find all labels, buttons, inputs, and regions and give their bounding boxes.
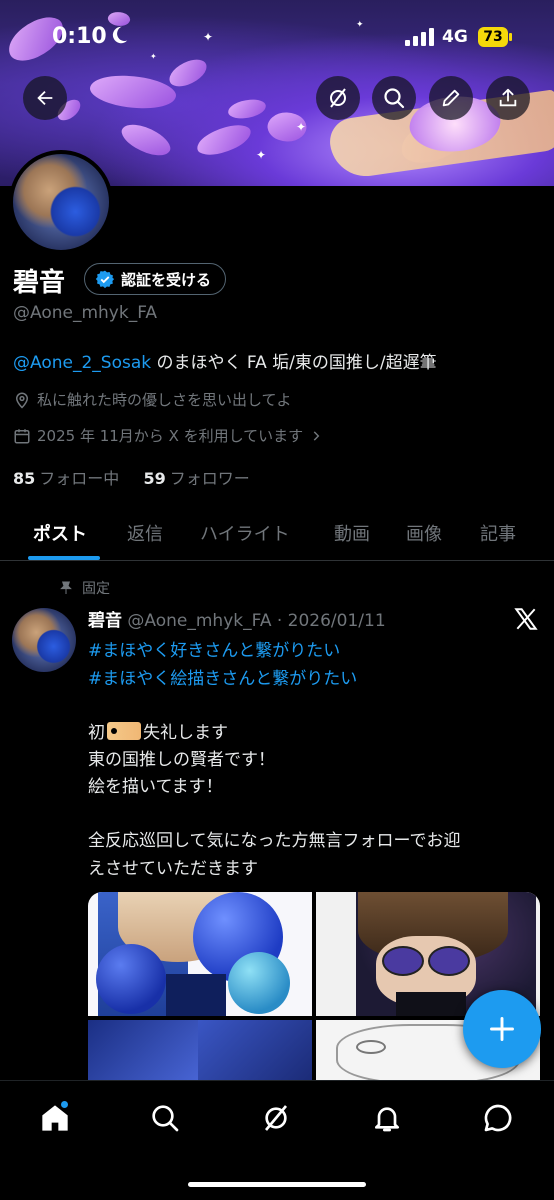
network-label: 4G [442, 27, 468, 47]
signal-icon [405, 28, 435, 50]
nav-grok[interactable] [256, 1098, 296, 1138]
bell-icon [375, 1107, 399, 1132]
status-time: 0:10 [52, 24, 107, 49]
bio-text: のまほやく FA 垢/東の国推し/超遅筆 [156, 353, 437, 373]
post-line-prefix: 初 [88, 723, 105, 743]
post-image-1[interactable] [88, 892, 312, 1016]
profile-avatar[interactable] [9, 150, 113, 254]
share-icon [499, 88, 517, 107]
share-button[interactable] [486, 76, 530, 120]
pinned-indicator: 固定 [58, 578, 110, 598]
grok-icon [264, 1105, 288, 1131]
profile-bio: @Aone_2_Sosak のまほやく FA 垢/東の国推し/超遅筆 [13, 348, 437, 373]
get-verified-button[interactable]: 認証を受ける [84, 263, 227, 295]
tab-replies[interactable]: 返信 [127, 520, 163, 546]
profile-joined[interactable]: 2025 年 11月から X を利用しています [13, 425, 323, 446]
grok-icon [330, 88, 346, 108]
location-pin-icon [15, 392, 29, 409]
chevron-right-icon [313, 430, 320, 441]
tab-images[interactable]: 画像 [406, 520, 442, 546]
moon-icon [108, 24, 130, 50]
plus-icon [490, 1017, 514, 1041]
followers-count: 59 [143, 469, 166, 488]
arrow-left-icon [37, 90, 53, 106]
get-verified-label: 認証を受ける [121, 270, 212, 289]
following-label: フォロー中 [39, 469, 120, 488]
back-button[interactable] [23, 76, 67, 120]
edit-button[interactable] [429, 76, 473, 120]
profile-handle: @Aone_mhyk_FA [13, 303, 158, 323]
post-author-meta: @Aone_mhyk_FA · 2026/01/11 [127, 611, 386, 631]
post-line: 東の国推しの賢者です！ [88, 750, 275, 770]
post-line-suffix: 失礼します [143, 723, 228, 743]
nav-explore[interactable] [145, 1098, 185, 1138]
battery-indicator: 73 [478, 27, 508, 47]
followers-label: フォロワー [169, 469, 250, 488]
tab-articles[interactable]: 記事 [480, 520, 516, 546]
post-line: えさせていただきます [88, 859, 258, 879]
following-count: 85 [13, 469, 36, 488]
search-icon [152, 1105, 179, 1132]
profile-tabs: ポスト 返信 ハイライト 動画 画像 記事 [0, 508, 554, 561]
battery-tip [509, 33, 512, 41]
notification-dot [61, 1101, 68, 1108]
hashtag-link[interactable]: #まほやく絵描きさんと繋がりたい [88, 664, 357, 689]
post-image-3[interactable] [88, 1020, 312, 1080]
post-author-name[interactable]: 碧音 [88, 611, 122, 631]
search-icon [384, 88, 405, 109]
home-indicator [188, 1182, 366, 1187]
message-icon [484, 1104, 512, 1132]
pen-icon [442, 89, 460, 107]
profile-name: 碧音 [13, 268, 66, 298]
tab-videos[interactable]: 動画 [334, 520, 370, 546]
joined-text: 2025 年 11月から X を利用しています [37, 427, 304, 445]
nav-notifications[interactable] [367, 1098, 407, 1138]
post-line: 全反応巡回して気になった方無言フォローでお迎 [88, 831, 461, 851]
calendar-icon [14, 428, 30, 443]
x-logo-icon [512, 606, 540, 636]
tab-posts[interactable]: ポスト [33, 520, 87, 546]
grok-button[interactable] [316, 76, 360, 120]
location-text: 私に触れた時の優しさを思い出してよ [37, 391, 292, 409]
nav-home[interactable] [35, 1098, 75, 1138]
hashtag-link[interactable]: #まほやく好きさんと繋がりたい [88, 636, 340, 661]
post-line: 絵を描いてます！ [88, 777, 223, 797]
following-link[interactable]: 85 フォロー中 [13, 469, 119, 488]
bio-mention-link[interactable]: @Aone_2_Sosak [13, 353, 151, 373]
post-line: 初 失礼します [88, 718, 228, 743]
followers-link[interactable]: 59 フォロワー [143, 469, 249, 488]
follow-stats: 85 フォロー中 59 フォロワー [13, 465, 250, 489]
search-button[interactable] [372, 76, 416, 120]
pinned-label: 固定 [82, 581, 110, 597]
nav-messages[interactable] [478, 1098, 518, 1138]
ticket-emoji-icon [107, 721, 141, 740]
post-header: 碧音 @Aone_mhyk_FA · 2026/01/11 [88, 606, 386, 631]
pin-icon [60, 581, 72, 594]
tab-highlights[interactable]: ハイライト [200, 520, 290, 546]
verified-badge-icon [95, 270, 115, 289]
compose-button[interactable] [463, 990, 541, 1068]
post-avatar[interactable] [12, 608, 76, 672]
profile-location: 私に触れた時の優しさを思い出してよ [13, 389, 292, 410]
active-tab-indicator [28, 556, 100, 560]
